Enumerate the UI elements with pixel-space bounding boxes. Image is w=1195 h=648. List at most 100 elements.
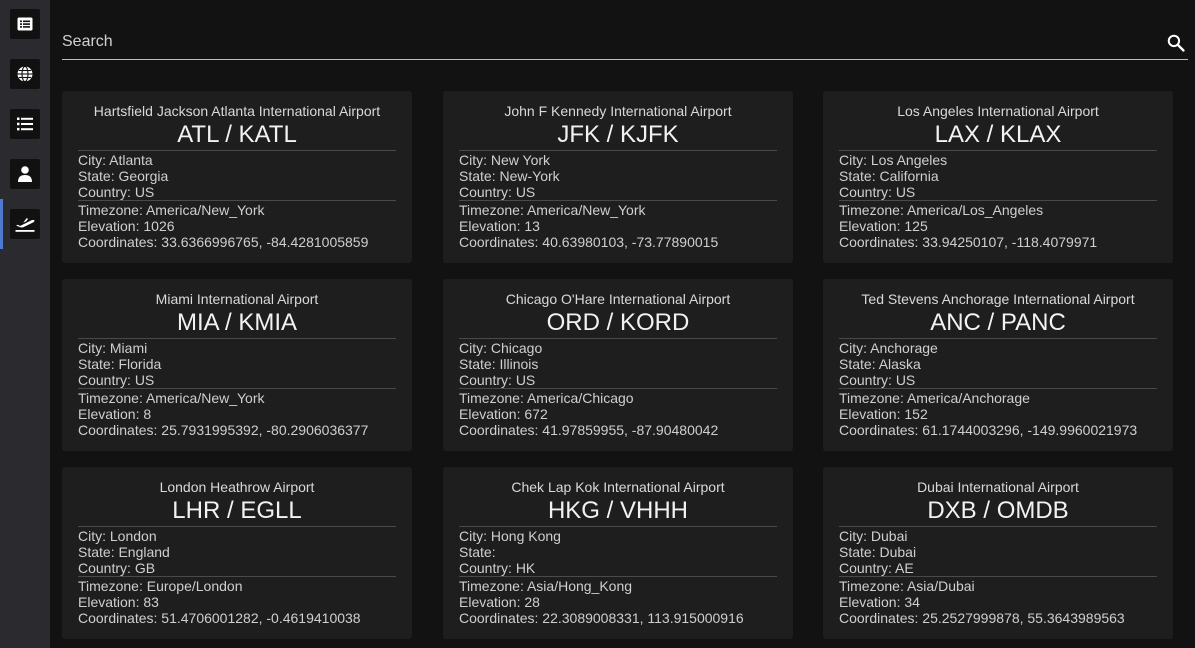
coordinates-label: Coordinates: [78, 610, 162, 626]
airport-codes: MIA / KMIA [78, 307, 396, 339]
airport-card-jfk[interactable]: John F Kennedy International Airport JFK… [443, 91, 793, 263]
state-row: State: Georgia [78, 168, 396, 184]
icao-code: EGLL [240, 497, 302, 524]
nav-item-airports[interactable] [10, 209, 40, 239]
location-details: City: Atlanta State: Georgia Country: US [78, 151, 396, 201]
city-label: City: [839, 340, 871, 356]
icao-code: VHHH [620, 497, 689, 524]
country-value: US [515, 372, 536, 388]
country-label: Country: [839, 184, 896, 200]
airport-name: London Heathrow Airport [159, 479, 315, 495]
elevation-value: 28 [524, 594, 540, 610]
nav-item-list-alt[interactable] [10, 9, 40, 39]
country-label: Country: [78, 184, 135, 200]
city-row: City: New York [459, 152, 777, 168]
country-label: Country: [459, 184, 516, 200]
state-row: State: [459, 544, 777, 560]
timezone-label: Timezone: [78, 578, 147, 594]
search-icon[interactable] [1166, 33, 1186, 53]
timezone-value: America/New_York [145, 390, 265, 406]
country-value: GB [134, 560, 156, 576]
airport-card-atl[interactable]: Hartsfield Jackson Atlanta International… [62, 91, 412, 263]
elevation-label: Elevation: [459, 406, 525, 422]
country-value: US [134, 372, 155, 388]
airport-card-anc[interactable]: Ted Stevens Anchorage International Airp… [823, 279, 1173, 451]
elevation-value: 8 [143, 406, 152, 422]
country-label: Country: [78, 560, 135, 576]
airport-codes: DXB / OMDB [839, 495, 1157, 527]
iata-code: JFK [557, 121, 600, 148]
country-row: Country: GB [78, 560, 396, 576]
timezone-value: America/New_York [145, 202, 265, 218]
nav-item-user[interactable] [10, 159, 40, 189]
country-value: US [134, 184, 155, 200]
coordinates-row: Coordinates: 51.4706001282, -0.461941003… [78, 610, 396, 626]
globe-icon [17, 66, 33, 82]
coordinates-row: Coordinates: 40.63980103, -73.77890015 [459, 234, 777, 250]
state-label: State: [459, 168, 500, 184]
nav-item-list[interactable] [10, 109, 40, 139]
elevation-label: Elevation: [839, 406, 905, 422]
country-row: Country: US [459, 372, 777, 388]
airport-card-lax[interactable]: Los Angeles International Airport LAX / … [823, 91, 1173, 263]
icao-code: KLAX [1000, 121, 1062, 148]
location-details: City: London State: England Country: GB [78, 527, 396, 577]
city-label: City: [459, 528, 491, 544]
elevation-value: 125 [904, 218, 928, 234]
timezone-label: Timezone: [839, 578, 907, 594]
coordinates-value: 22.3089008331, 113.915000916 [542, 610, 744, 626]
timezone-value: Asia/Dubai [906, 578, 975, 594]
code-separator: / [976, 497, 997, 524]
coordinates-label: Coordinates: [459, 610, 543, 626]
city-value: Hong Kong [490, 528, 561, 544]
airport-name: Miami International Airport [155, 291, 319, 307]
city-label: City: [459, 340, 491, 356]
elevation-label: Elevation: [839, 594, 905, 610]
search-input[interactable] [62, 28, 1152, 56]
airport-codes: ORD / KORD [459, 307, 777, 339]
coordinates-label: Coordinates: [839, 234, 923, 250]
state-label: State: [459, 356, 500, 372]
timezone-label: Timezone: [459, 578, 527, 594]
elevation-label: Elevation: [459, 218, 525, 234]
timezone-row: Timezone: Europe/London [78, 578, 396, 594]
elevation-row: Elevation: 83 [78, 594, 396, 610]
location-details: City: New York State: New-York Country: … [459, 151, 777, 201]
elevation-label: Elevation: [78, 406, 144, 422]
user-icon [18, 166, 32, 182]
timezone-label: Timezone: [839, 390, 907, 406]
coordinates-value: 33.94250107, -118.4079971 [922, 234, 1098, 250]
icao-code: KJFK [620, 121, 679, 148]
country-row: Country: US [459, 184, 777, 200]
nav-item-globe[interactable] [10, 59, 40, 89]
airport-card-lhr[interactable]: London Heathrow Airport LHR / EGLL City:… [62, 467, 412, 639]
coordinates-value: 51.4706001282, -0.4619410038 [161, 610, 361, 626]
coordinates-label: Coordinates: [839, 422, 923, 438]
city-row: City: Atlanta [78, 152, 396, 168]
airport-card-dxb[interactable]: Dubai International Airport DXB / OMDB C… [823, 467, 1173, 639]
city-value: Anchorage [870, 340, 938, 356]
elevation-row: Elevation: 672 [459, 406, 777, 422]
geo-details: Timezone: America/New_York Elevation: 13… [459, 201, 777, 250]
location-details: City: Chicago State: Illinois Country: U… [459, 339, 777, 389]
geo-details: Timezone: Asia/Dubai Elevation: 34 Coord… [839, 577, 1157, 626]
airport-card-hkg[interactable]: Chek Lap Kok International Airport HKG /… [443, 467, 793, 639]
airport-card-ord[interactable]: Chicago O'Hare International Airport ORD… [443, 279, 793, 451]
coordinates-value: 25.2527999878, 55.3643989563 [922, 610, 1125, 626]
country-value: AE [895, 560, 914, 576]
airport-codes: ANC / PANC [839, 307, 1157, 339]
coordinates-row: Coordinates: 41.97859955, -87.90480042 [459, 422, 777, 438]
coordinates-value: 41.97859955, -87.90480042 [542, 422, 719, 438]
location-details: City: Los Angeles State: California Coun… [839, 151, 1157, 201]
state-row: State: New-York [459, 168, 777, 184]
geo-details: Timezone: America/New_York Elevation: 10… [78, 201, 396, 250]
state-value: Florida [118, 356, 162, 372]
iata-code: ANC [930, 309, 981, 336]
timezone-value: America/Anchorage [906, 390, 1030, 406]
timezone-row: Timezone: America/New_York [78, 390, 396, 406]
state-label: State: [78, 544, 119, 560]
city-row: City: London [78, 528, 396, 544]
country-row: Country: US [78, 372, 396, 388]
airport-card-mia[interactable]: Miami International Airport MIA / KMIA C… [62, 279, 412, 451]
timezone-value: America/Chicago [526, 390, 634, 406]
